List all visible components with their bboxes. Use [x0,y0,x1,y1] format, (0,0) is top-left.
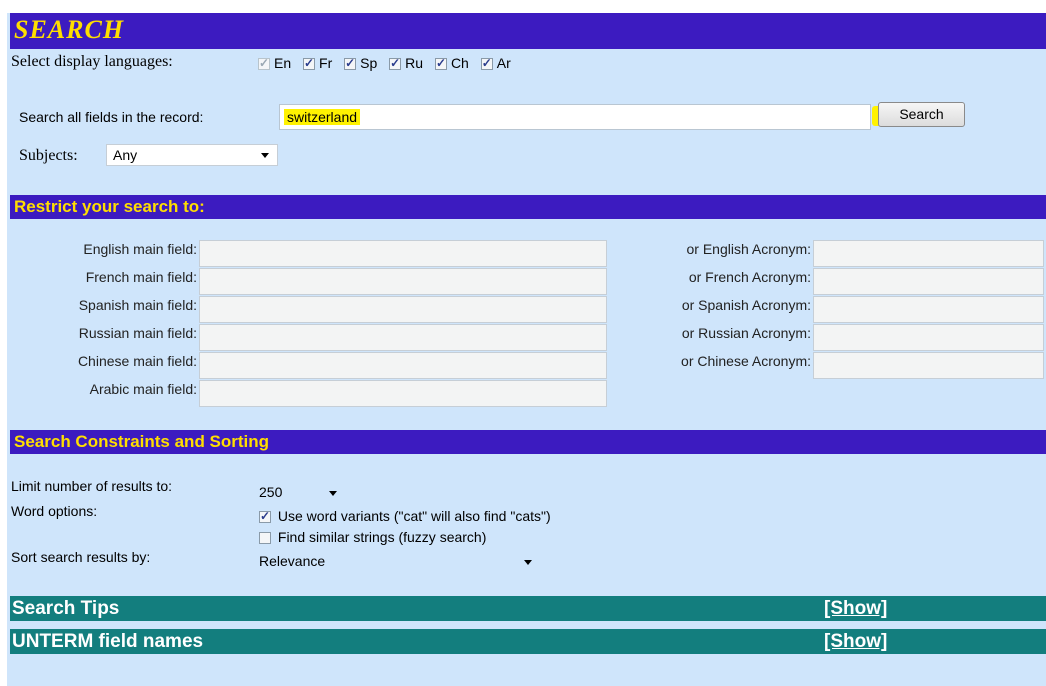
search-tips-show-link[interactable]: [Show] [824,596,887,621]
limit-select-value: 250 [259,484,283,500]
french-main-label: French main field: [85,269,197,285]
variants-checkbox[interactable] [259,509,271,523]
arabic-main-field[interactable] [199,380,607,407]
field-names-show-link[interactable]: [Show] [824,629,887,654]
french-main-field[interactable] [199,268,607,295]
language-checkboxes: En Fr Sp Ru Ch Ar [258,55,519,71]
search-tips-bar: Search Tips [Show] [10,596,1046,621]
search-input-value: switzerland [284,109,361,125]
search-button[interactable]: Search [878,102,965,127]
title-bar: SEARCH [10,13,1046,49]
search-tips-label: Search Tips [12,598,120,619]
lang-checkbox-sp[interactable] [344,56,357,70]
chevron-down-icon [261,153,269,158]
lang-checkbox-en[interactable] [258,56,270,70]
arabic-main-label: Arabic main field: [89,381,197,397]
chinese-main-label: Chinese main field: [77,353,197,369]
fuzzy-label: Find similar strings (fuzzy search) [277,529,487,545]
fuzzy-checkbox[interactable] [259,532,271,544]
word-options-label: Word options: [11,503,98,519]
sort-label: Sort search results by: [11,549,151,565]
russian-acronym-label: or Russian Acronym: [681,325,811,341]
lang-label-ch: Ch [450,55,469,71]
lang-checkbox-ch[interactable] [434,56,447,70]
french-acronym-label: or French Acronym: [688,269,811,285]
lang-checkbox-ar[interactable] [480,56,493,70]
subjects-label: Subjects: [19,147,78,164]
russian-acronym-field[interactable] [813,324,1044,351]
spanish-main-label: Spanish main field: [78,297,197,313]
spanish-acronym-label: or Spanish Acronym: [681,297,811,313]
search-all-label: Search all fields in the record: [19,109,204,125]
english-main-label: English main field: [83,241,197,257]
chevron-down-icon [524,560,532,565]
english-main-field[interactable] [199,240,607,267]
russian-main-field[interactable] [199,324,607,351]
lang-label-ar: Ar [496,55,511,71]
variants-option[interactable]: Use word variants ("cat" will also find … [259,508,551,524]
languages-label: Select display languages: [11,53,173,70]
restrict-heading: Restrict your search to: [10,195,1046,219]
lang-checkbox-ru[interactable] [389,56,402,70]
subjects-select-value: Any [113,147,138,163]
lang-checkbox-fr[interactable] [303,56,316,70]
chinese-acronym-field[interactable] [813,352,1044,379]
lang-label-ru: Ru [405,55,424,71]
lang-option-sp[interactable]: Sp [344,55,377,71]
sort-select[interactable]: Relevance [253,549,538,573]
limit-label: Limit number of results to: [11,478,173,494]
subjects-select[interactable]: Any [106,144,278,166]
search-page: SEARCH Select display languages: En Fr S… [7,13,1046,686]
constraints-heading: Search Constraints and Sorting [10,430,1046,454]
chevron-down-icon [329,491,337,496]
lang-label-en: En [274,55,292,71]
search-input[interactable]: switzerland [279,104,871,130]
lang-option-en[interactable]: En [258,55,291,71]
lang-option-fr[interactable]: Fr [303,55,332,71]
lang-label-sp: Sp [360,55,378,71]
spanish-acronym-field[interactable] [813,296,1044,323]
limit-select[interactable]: 250 [253,479,355,501]
fuzzy-option[interactable]: Find similar strings (fuzzy search) [259,529,486,545]
chinese-acronym-label: or Chinese Acronym: [681,353,811,369]
field-names-label: UNTERM field names [12,631,204,652]
lang-option-ru[interactable]: Ru [389,55,423,71]
lang-option-ar[interactable]: Ar [480,55,511,71]
field-names-bar: UNTERM field names [Show] [10,629,1046,654]
french-acronym-field[interactable] [813,268,1044,295]
page-title: SEARCH [14,15,125,44]
lang-option-ch[interactable]: Ch [434,55,469,71]
sort-select-value: Relevance [259,553,326,569]
chinese-main-field[interactable] [199,352,607,379]
spanish-main-field[interactable] [199,296,607,323]
english-acronym-label: or English Acronym: [686,241,812,257]
english-acronym-field[interactable] [813,240,1044,267]
variants-label: Use word variants ("cat" will also find … [277,508,551,524]
russian-main-label: Russian main field: [78,325,197,341]
lang-label-fr: Fr [319,55,333,71]
